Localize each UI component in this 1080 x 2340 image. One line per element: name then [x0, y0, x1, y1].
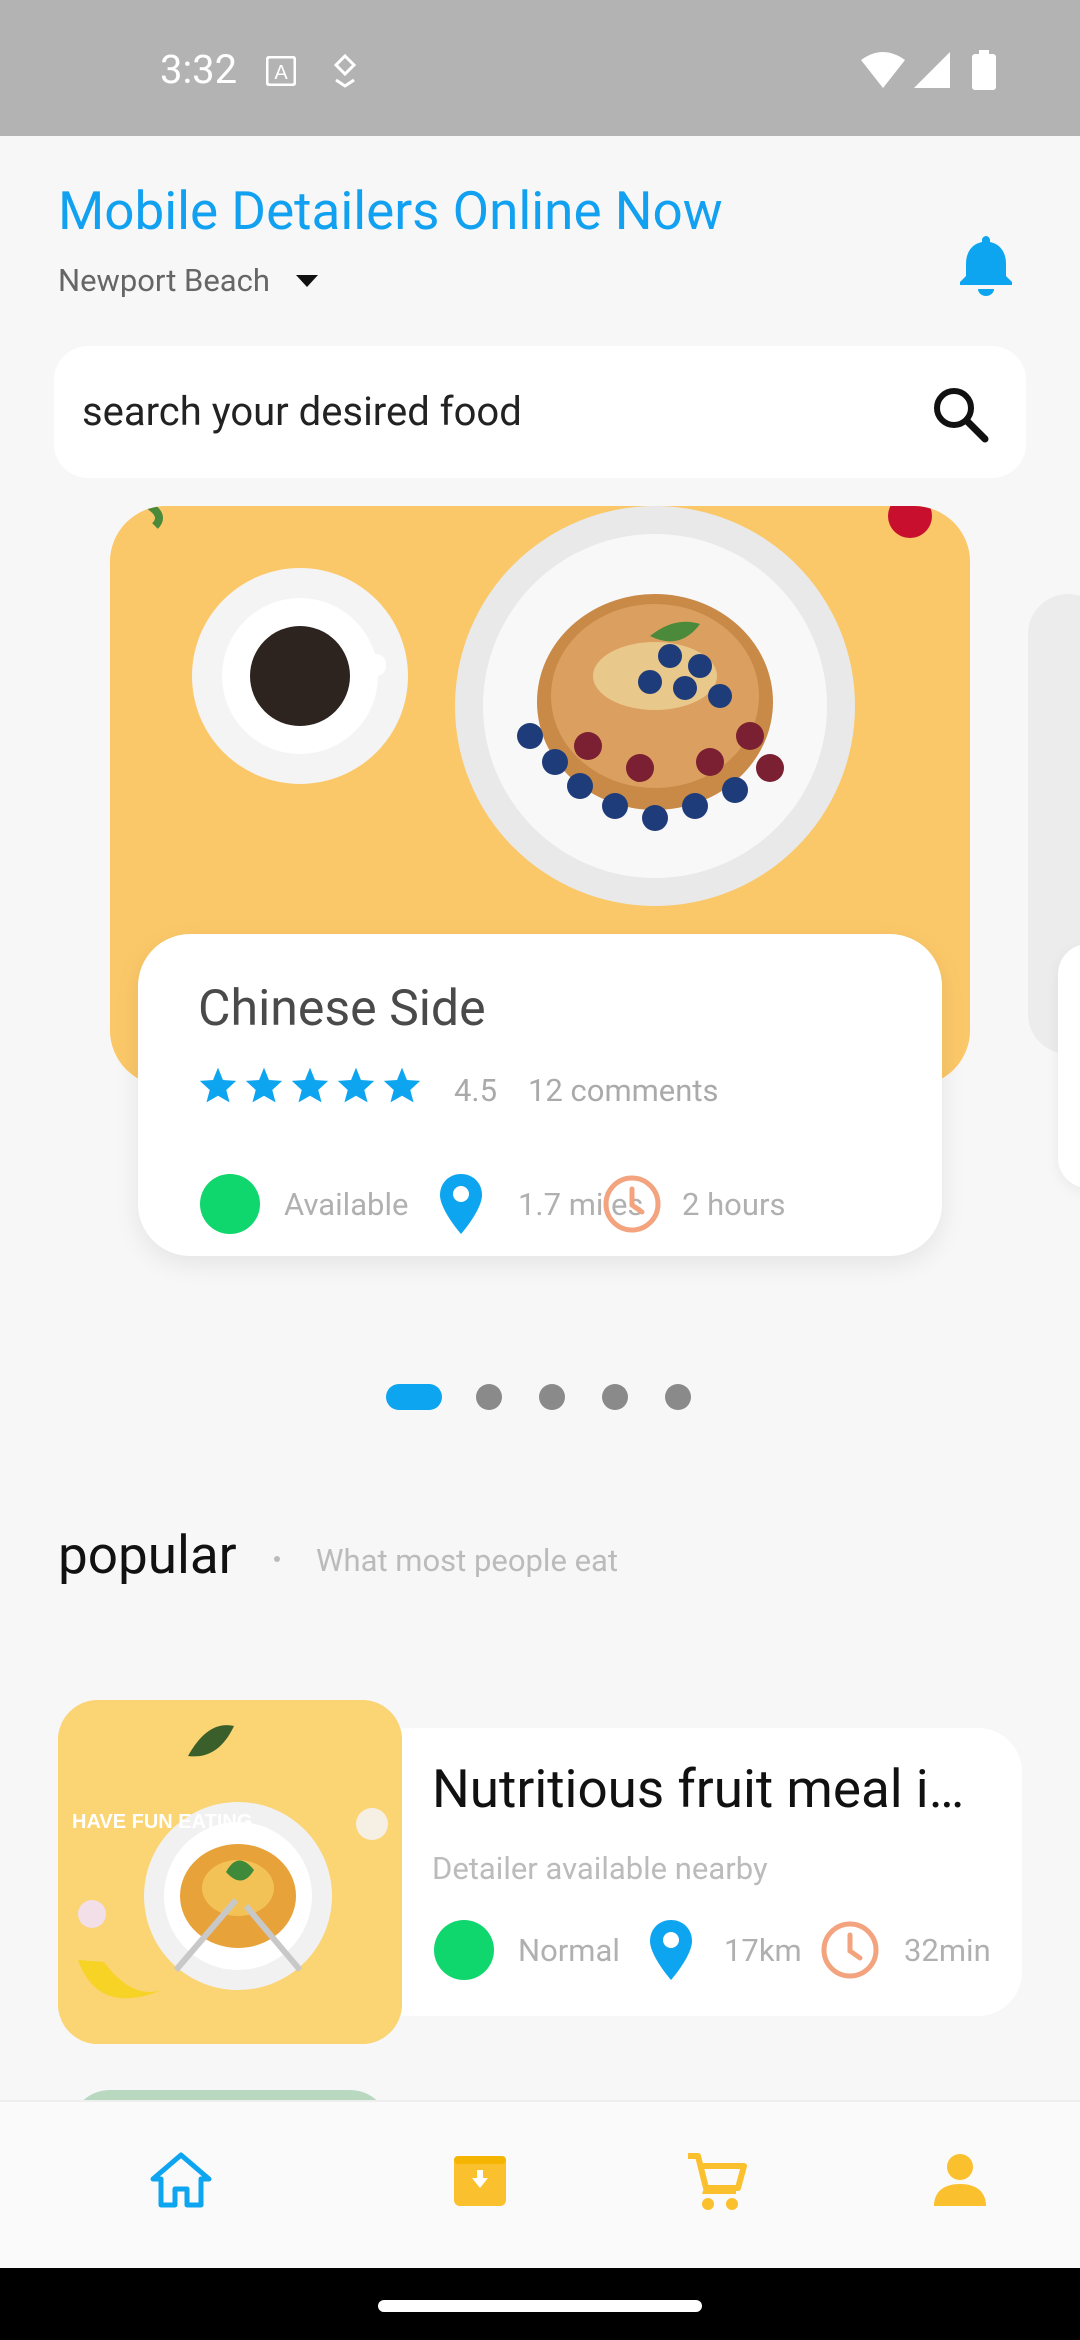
- page-dot[interactable]: [476, 1384, 502, 1410]
- page-dot[interactable]: [539, 1384, 565, 1410]
- image-caption: HAVE FUN EATING: [72, 1811, 252, 1833]
- status-text: Normal: [518, 1932, 620, 1969]
- battery-icon: [972, 50, 996, 90]
- star-icon: [245, 1067, 283, 1103]
- separator-dot: [274, 1556, 280, 1562]
- notification-download-icon: [333, 54, 357, 88]
- location-pin-icon: [650, 1920, 692, 1980]
- caret-down-icon: [295, 274, 318, 287]
- section-title: popular: [58, 1524, 237, 1586]
- page-dot-active[interactable]: [386, 1384, 442, 1410]
- clock-icon: [821, 1921, 879, 1979]
- bottom-navigation: [0, 2100, 1080, 2270]
- availability-text: Available: [284, 1186, 409, 1223]
- star-icon: [383, 1067, 421, 1103]
- bell-icon[interactable]: [956, 232, 1016, 296]
- location-selector[interactable]: Newport Beach: [58, 262, 318, 299]
- clock-icon: [603, 1175, 661, 1233]
- search-bar[interactable]: search your desired food: [54, 346, 1026, 478]
- page-dot[interactable]: [665, 1384, 691, 1410]
- section-subtitle: What most people eat: [316, 1542, 619, 1579]
- time-text: 32min: [904, 1932, 991, 1969]
- notification-a-icon: A: [266, 56, 296, 86]
- location-label: Newport Beach: [58, 262, 270, 299]
- comments-count[interactable]: 12 comments: [528, 1072, 719, 1109]
- svg-text:A: A: [274, 62, 288, 84]
- archive-icon[interactable]: [452, 2152, 508, 2208]
- popular-item-subtitle: Detailer available nearby: [432, 1850, 768, 1887]
- status-time: 3:32: [160, 46, 238, 93]
- cellular-icon: [914, 52, 950, 88]
- star-rating: [198, 1066, 422, 1104]
- cart-icon[interactable]: [686, 2152, 748, 2214]
- person-icon[interactable]: [932, 2152, 988, 2208]
- popular-item-image[interactable]: HAVE FUN EATING: [58, 1700, 402, 2044]
- home-icon[interactable]: [150, 2152, 212, 2208]
- featured-meta-row: Available 1.7 miles 2 hours: [200, 1174, 930, 1234]
- page-title: Mobile Detailers Online Now: [58, 180, 723, 242]
- status-bar: 3:32 A: [0, 0, 1080, 136]
- search-input[interactable]: search your desired food: [82, 388, 522, 435]
- star-icon: [291, 1067, 329, 1103]
- location-pin-icon: [440, 1174, 482, 1234]
- pasta-photo: HAVE FUN EATING: [58, 1700, 402, 2044]
- gesture-bar: [0, 2268, 1080, 2340]
- popular-item-meta-row: Normal 17km 32min: [434, 1920, 1024, 1980]
- popular-item-title: Nutritious fruit meal i…: [432, 1758, 965, 1820]
- star-icon: [337, 1067, 375, 1103]
- featured-title: Chinese Side: [198, 980, 486, 1038]
- distance-text: 17km: [724, 1932, 802, 1969]
- status-dot: [434, 1920, 494, 1980]
- search-icon[interactable]: [930, 384, 990, 444]
- rating-value: 4.5: [454, 1072, 498, 1109]
- duration-text: 2 hours: [682, 1186, 786, 1223]
- home-indicator[interactable]: [378, 2300, 702, 2312]
- wifi-icon: [861, 52, 905, 88]
- available-status-dot: [200, 1174, 260, 1234]
- featured-card[interactable]: Chinese Side 4.5 12 comments Available 1…: [138, 934, 942, 1256]
- star-icon: [199, 1067, 237, 1103]
- page-dot[interactable]: [602, 1384, 628, 1410]
- next-carousel-card[interactable]: [1058, 944, 1080, 1188]
